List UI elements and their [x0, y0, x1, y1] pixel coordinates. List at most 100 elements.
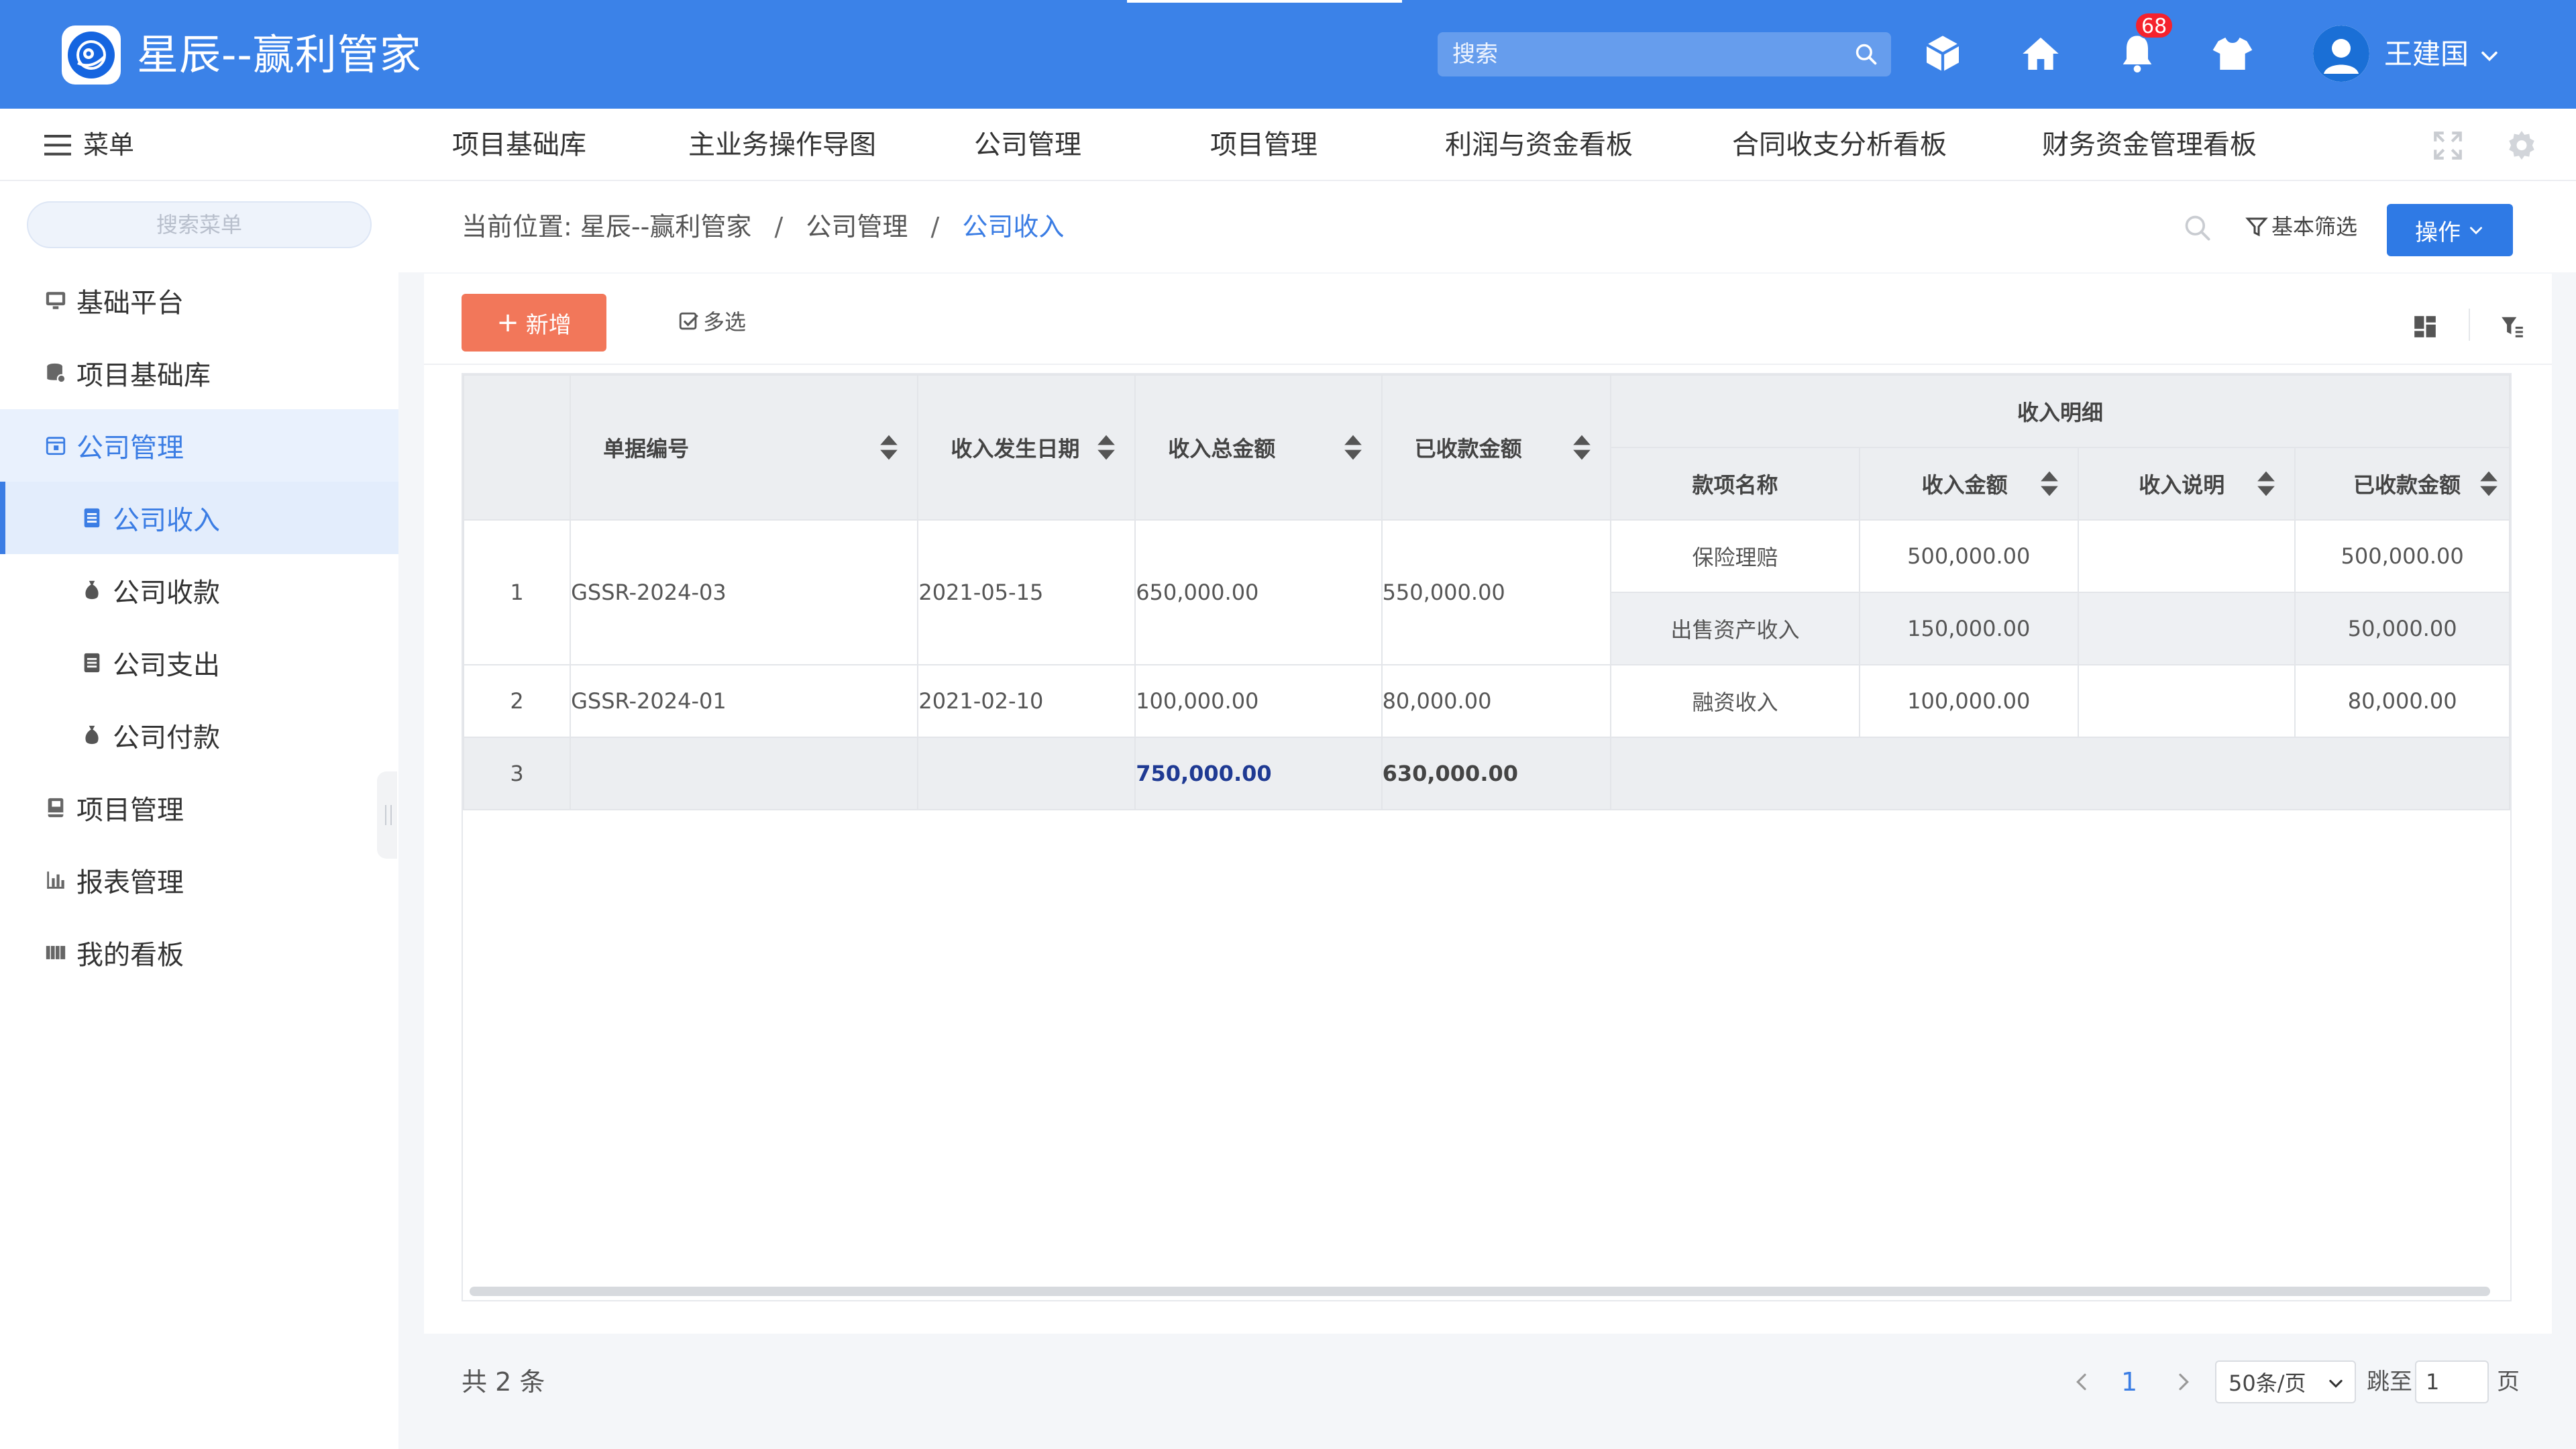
app-logo[interactable] [62, 25, 121, 85]
header-label: 已收款金额 [2353, 472, 2461, 498]
fullscreen-icon[interactable] [2431, 129, 2465, 162]
loading-progress-line [1127, 0, 1402, 3]
sidebar-search[interactable] [27, 201, 372, 248]
home-icon[interactable] [2019, 32, 2062, 75]
toolbar-divider [2469, 309, 2470, 341]
jump-page-input[interactable] [2416, 1362, 2487, 1402]
chevron-down-icon[interactable] [2478, 44, 2501, 67]
nav-item-project-library[interactable]: 项目基础库 [452, 126, 586, 164]
multi-select-label: 多选 [703, 309, 747, 335]
global-search[interactable] [1438, 32, 1891, 76]
row-index: 1 [462, 519, 572, 665]
sidebar-item-company-management[interactable]: 公司管理 [0, 409, 398, 482]
header-received[interactable]: 已收款金额 [1381, 374, 1612, 521]
top-header: 星辰--赢利管家 68 王建国 [0, 0, 2576, 109]
cell-detail-received: 50,000.00 [2294, 592, 2510, 665]
nav-item-contract-dashboard[interactable]: 合同收支分析看板 [1732, 126, 1947, 164]
search-icon[interactable] [1854, 42, 1879, 67]
breadcrumb-item-home[interactable]: 星辰--赢利管家 [580, 212, 751, 241]
sidebar-item-reports[interactable]: 报表管理 [0, 844, 398, 916]
money-bag-icon [85, 580, 99, 600]
nav-item-business-map[interactable]: 主业务操作导图 [688, 126, 876, 164]
cell-date: 2021-02-10 [917, 664, 1136, 738]
header-income-amount[interactable]: 收入金额 [1858, 447, 2079, 521]
cell-income-amount: 150,000.00 [1858, 592, 2079, 665]
sidebar-search-input[interactable] [28, 203, 370, 247]
layout-grid-icon[interactable] [2412, 314, 2438, 339]
sort-icon[interactable] [1570, 433, 1594, 462]
book-icon [48, 798, 64, 818]
notification-badge: 68 [2135, 12, 2174, 39]
summary-received: 630,000.00 [1381, 737, 1612, 810]
username[interactable]: 王建国 [2384, 35, 2469, 74]
header-detail-received[interactable]: 已收款金额 [2294, 447, 2510, 521]
sidebar-item-base-platform[interactable]: 基础平台 [0, 264, 398, 337]
sidebar-item-label: 项目基础库 [76, 360, 211, 391]
monitor-icon [46, 292, 66, 309]
breadcrumb-item-company[interactable]: 公司管理 [806, 212, 908, 241]
cube-icon[interactable] [1921, 32, 1964, 75]
page-number-current[interactable]: 1 [2121, 1362, 2137, 1402]
sidebar-item-company-receipts[interactable]: 公司收款 [0, 554, 398, 627]
sidebar-item-label: 公司收款 [113, 578, 220, 608]
document-icon [84, 508, 100, 528]
cell-received: 550,000.00 [1381, 519, 1612, 665]
sidebar-item-my-dashboard[interactable]: 我的看板 [0, 916, 398, 989]
cell-income-note [2077, 592, 2296, 665]
sort-icon[interactable] [1094, 433, 1118, 462]
horizontal-scrollbar[interactable] [470, 1287, 2490, 1296]
breadcrumb: 当前位置: 星辰--赢利管家 / 公司管理 / 公司收入 [462, 208, 1064, 246]
shirt-icon[interactable] [2211, 32, 2254, 75]
sort-icon[interactable] [1341, 433, 1365, 462]
nav-item-project-management[interactable]: 项目管理 [1210, 126, 1318, 164]
basic-filter-button[interactable]: 基本筛选 [2245, 208, 2357, 246]
page-size-value: 50条/页 [2229, 1371, 2306, 1396]
table-row[interactable]: 1 GSSR-2024-03 2021-05-15 650,000.00 550… [462, 519, 2510, 665]
cell-detail-received: 500,000.00 [2294, 519, 2510, 593]
add-button[interactable]: + 新增 [462, 294, 606, 352]
chevron-right-icon[interactable] [2172, 1371, 2194, 1393]
sort-icon[interactable] [2254, 469, 2278, 498]
breadcrumb-separator: / [774, 212, 784, 241]
sidebar-item-company-income[interactable]: 公司收入 [0, 482, 398, 554]
header-label: 已收款金额 [1414, 436, 1522, 462]
operate-label: 操作 [2415, 219, 2461, 246]
sidebar-item-label: 我的看板 [76, 940, 184, 971]
summary-empty-cell [917, 737, 1136, 810]
sort-icon[interactable] [877, 433, 901, 462]
chevron-down-icon [2470, 227, 2482, 235]
page-size-select[interactable]: 50条/页 [2215, 1360, 2356, 1403]
search-icon[interactable] [2183, 213, 2212, 243]
gear-icon[interactable] [2505, 129, 2538, 162]
nav-item-company-management[interactable]: 公司管理 [974, 126, 1081, 164]
header-doc-no[interactable]: 单据编号 [570, 374, 919, 521]
table-row[interactable]: 2 GSSR-2024-01 2021-02-10 100,000.00 80,… [462, 664, 2510, 738]
global-search-input[interactable] [1438, 32, 1891, 76]
menu-toggle[interactable]: 菜单 [44, 126, 134, 164]
cell-doc-no[interactable]: GSSR-2024-01 [570, 664, 919, 738]
sidebar-item-company-payments[interactable]: 公司付款 [0, 699, 398, 771]
chevron-left-icon[interactable] [2072, 1371, 2093, 1393]
nav-item-profit-dashboard[interactable]: 利润与资金看板 [1445, 126, 1633, 164]
header-date[interactable]: 收入发生日期 [917, 374, 1136, 521]
sort-icon[interactable] [2037, 469, 2061, 498]
multi-select-button[interactable]: 多选 [678, 303, 746, 341]
cell-item-name: 融资收入 [1610, 664, 1860, 738]
header-total[interactable]: 收入总金额 [1134, 374, 1383, 521]
summary-row: 3 750,000.00 630,000.00 [462, 737, 2510, 810]
header-label: 收入发生日期 [951, 436, 1080, 462]
cell-doc-no[interactable]: GSSR-2024-03 [570, 519, 919, 665]
cell-total: 650,000.00 [1134, 519, 1383, 665]
menu-label: 菜单 [83, 130, 135, 160]
sidebar-item-project-management[interactable]: 项目管理 [0, 771, 398, 844]
sidebar-collapse-handle[interactable] [377, 771, 397, 859]
nav-item-finance-dashboard[interactable]: 财务资金管理看板 [2042, 126, 2257, 164]
operate-button[interactable]: 操作 [2387, 204, 2513, 256]
sort-icon[interactable] [2477, 469, 2501, 498]
sidebar-item-company-expenses[interactable]: 公司支出 [0, 627, 398, 699]
column-filter-icon[interactable] [2500, 314, 2525, 339]
jump-page-field[interactable] [2415, 1360, 2489, 1403]
header-income-note[interactable]: 收入说明 [2077, 447, 2296, 521]
sidebar-item-project-library[interactable]: 项目基础库 [0, 337, 398, 409]
avatar[interactable] [2313, 25, 2369, 82]
